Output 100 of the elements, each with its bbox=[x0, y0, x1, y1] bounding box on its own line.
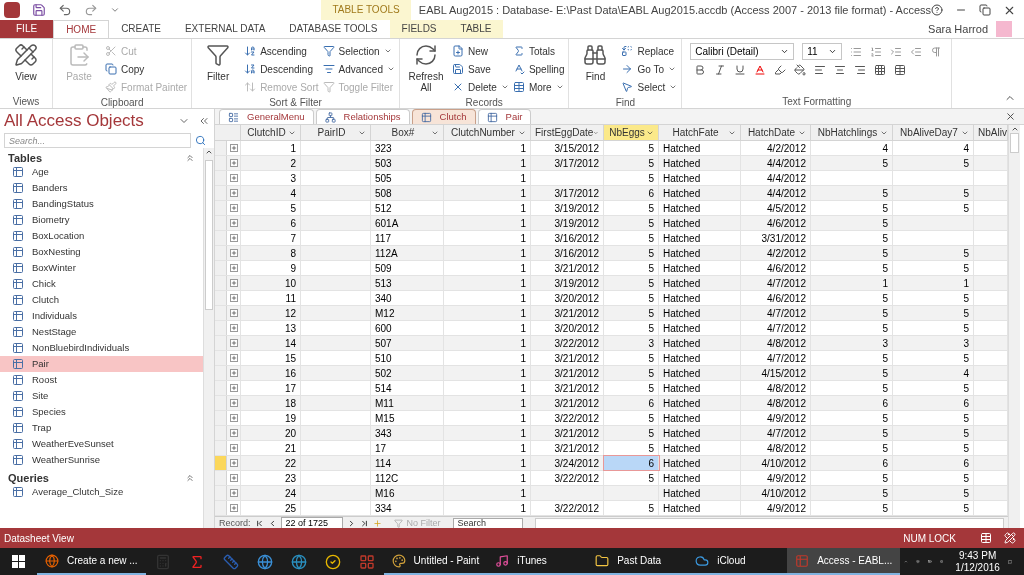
ribbon-large-button[interactable]: Refresh All bbox=[404, 43, 448, 95]
group-header[interactable]: Tables bbox=[8, 149, 185, 167]
expand-icon[interactable] bbox=[229, 414, 238, 422]
ribbon-large-button[interactable]: Find bbox=[573, 43, 618, 95]
nav-item[interactable]: Trap bbox=[0, 420, 203, 436]
ribbon-tab[interactable]: HOME bbox=[53, 20, 110, 38]
datasheet-view-icon[interactable] bbox=[980, 532, 992, 544]
expand-icon[interactable] bbox=[229, 144, 238, 152]
ribbon-button[interactable]: Go To bbox=[621, 61, 678, 77]
app-logo-icon[interactable] bbox=[4, 2, 20, 18]
scroll-up-icon[interactable] bbox=[205, 148, 213, 156]
ribbon-button[interactable]: Totals bbox=[512, 43, 565, 59]
scroll-thumb[interactable] bbox=[1010, 133, 1019, 153]
column-header[interactable]: HatchFate bbox=[659, 125, 741, 140]
nav-item[interactable]: WeatherEveSunset bbox=[0, 436, 203, 452]
font-color-icon[interactable] bbox=[754, 64, 767, 76]
horizontal-scrollbar[interactable] bbox=[534, 518, 1004, 529]
nav-item[interactable]: Chick bbox=[0, 276, 203, 292]
ribbon-tab[interactable]: FILE bbox=[0, 20, 54, 38]
collapse-pane-icon[interactable] bbox=[198, 115, 210, 127]
expand-icon[interactable] bbox=[229, 339, 238, 347]
scrollbar[interactable] bbox=[203, 148, 214, 528]
document-tab[interactable]: Clutch bbox=[411, 109, 476, 124]
design-view-icon[interactable] bbox=[1004, 532, 1016, 544]
first-record-icon[interactable] bbox=[254, 519, 264, 528]
nav-item[interactable]: WeatherSunrise bbox=[0, 452, 203, 468]
pilcrow-icon[interactable] bbox=[930, 45, 943, 58]
nav-item[interactable]: Age bbox=[0, 164, 203, 180]
ribbon-tab[interactable]: DATABASE TOOLS bbox=[277, 20, 390, 38]
start-icon[interactable] bbox=[12, 555, 25, 568]
grid-icon[interactable] bbox=[358, 553, 375, 570]
expand-icon[interactable] bbox=[229, 309, 238, 317]
nav-item[interactable]: Pair bbox=[0, 356, 203, 372]
font-size-field[interactable]: 11 bbox=[802, 43, 843, 60]
ribbon-button[interactable]: Copy bbox=[105, 61, 188, 77]
help-icon[interactable] bbox=[931, 4, 943, 16]
nav-item[interactable]: BoxWinter bbox=[0, 260, 203, 276]
document-tab[interactable]: Pair bbox=[477, 109, 532, 124]
expand-icon[interactable] bbox=[229, 249, 238, 257]
expand-icon[interactable] bbox=[229, 444, 238, 452]
ribbon-tab[interactable]: FIELDS bbox=[389, 20, 449, 38]
collapse-icon[interactable] bbox=[185, 473, 195, 483]
ribbon-button[interactable]: Save bbox=[452, 61, 509, 77]
font-name-field[interactable]: Calibri (Detail) bbox=[690, 43, 795, 60]
taskbar-item[interactable]: Access - EABL... bbox=[787, 548, 901, 575]
expand-icon[interactable] bbox=[229, 384, 238, 392]
underline-icon[interactable] bbox=[734, 64, 747, 76]
outdent-icon[interactable] bbox=[910, 45, 923, 58]
expand-icon[interactable] bbox=[229, 234, 238, 242]
scroll-up-icon[interactable] bbox=[1010, 125, 1019, 133]
nav-item[interactable]: Average_Clutch_Size bbox=[0, 484, 203, 500]
taskbar-item[interactable]: iTunes bbox=[487, 548, 588, 575]
ruler-icon[interactable] bbox=[222, 553, 239, 570]
redo-icon[interactable] bbox=[84, 3, 98, 17]
globe-icon[interactable] bbox=[290, 553, 307, 570]
collapse-icon[interactable] bbox=[185, 153, 195, 163]
ribbon-button[interactable]: Delete bbox=[452, 79, 509, 95]
nav-item[interactable]: Individuals bbox=[0, 308, 203, 324]
ribbon-button[interactable]: Descending bbox=[244, 61, 319, 77]
ribbon-button[interactable]: Select bbox=[621, 79, 678, 95]
expand-icon[interactable] bbox=[229, 324, 238, 332]
ribbon-button[interactable]: Ascending bbox=[244, 43, 319, 59]
nav-item[interactable]: BoxLocation bbox=[0, 228, 203, 244]
document-tab[interactable]: Relationships bbox=[315, 109, 410, 124]
highlighter-icon[interactable] bbox=[774, 64, 787, 76]
clock-time[interactable]: 9:43 PM bbox=[958, 549, 997, 562]
expand-icon[interactable] bbox=[229, 279, 238, 287]
column-header[interactable]: NbEggs bbox=[604, 125, 659, 140]
taskbar-item[interactable]: Create a new ... bbox=[37, 548, 146, 575]
search-field[interactable]: Search... bbox=[4, 133, 191, 148]
group-header[interactable]: Queries bbox=[8, 469, 185, 487]
expand-icon[interactable] bbox=[229, 204, 238, 212]
nav-item[interactable]: Species bbox=[0, 404, 203, 420]
expand-icon[interactable] bbox=[229, 354, 238, 362]
close-icon[interactable] bbox=[1005, 111, 1016, 122]
expand-icon[interactable] bbox=[229, 189, 238, 197]
column-header[interactable]: Box# bbox=[371, 125, 444, 140]
expand-icon[interactable] bbox=[229, 474, 238, 482]
align-left-icon[interactable] bbox=[814, 64, 827, 76]
nav-item[interactable]: NestStage bbox=[0, 324, 203, 340]
nav-item[interactable]: Roost bbox=[0, 372, 203, 388]
align-right-icon[interactable] bbox=[854, 64, 867, 76]
ribbon-large-button[interactable]: Filter bbox=[196, 43, 241, 95]
table-icon[interactable] bbox=[894, 64, 907, 76]
ribbon-button[interactable]: Spelling bbox=[512, 61, 565, 77]
ribbon-button[interactable]: New bbox=[452, 43, 509, 59]
undo-icon[interactable] bbox=[58, 3, 72, 17]
nav-item[interactable]: NonBluebirdIndividuals bbox=[0, 340, 203, 356]
expand-icon[interactable] bbox=[229, 459, 238, 467]
bold-icon[interactable] bbox=[694, 64, 707, 76]
customize-icon[interactable] bbox=[110, 5, 120, 15]
nav-item[interactable]: BandingStatus bbox=[0, 196, 203, 212]
globe-icon[interactable] bbox=[256, 553, 273, 570]
column-header[interactable]: ClutchID bbox=[241, 125, 301, 140]
numbered-list-icon[interactable] bbox=[870, 45, 883, 58]
nav-item[interactable]: Biometry bbox=[0, 212, 203, 228]
taskbar-item[interactable]: Untitled - Paint bbox=[383, 548, 488, 575]
nav-item[interactable]: BoxNesting bbox=[0, 244, 203, 260]
indent-icon[interactable] bbox=[890, 45, 903, 58]
italic-icon[interactable] bbox=[714, 64, 727, 76]
